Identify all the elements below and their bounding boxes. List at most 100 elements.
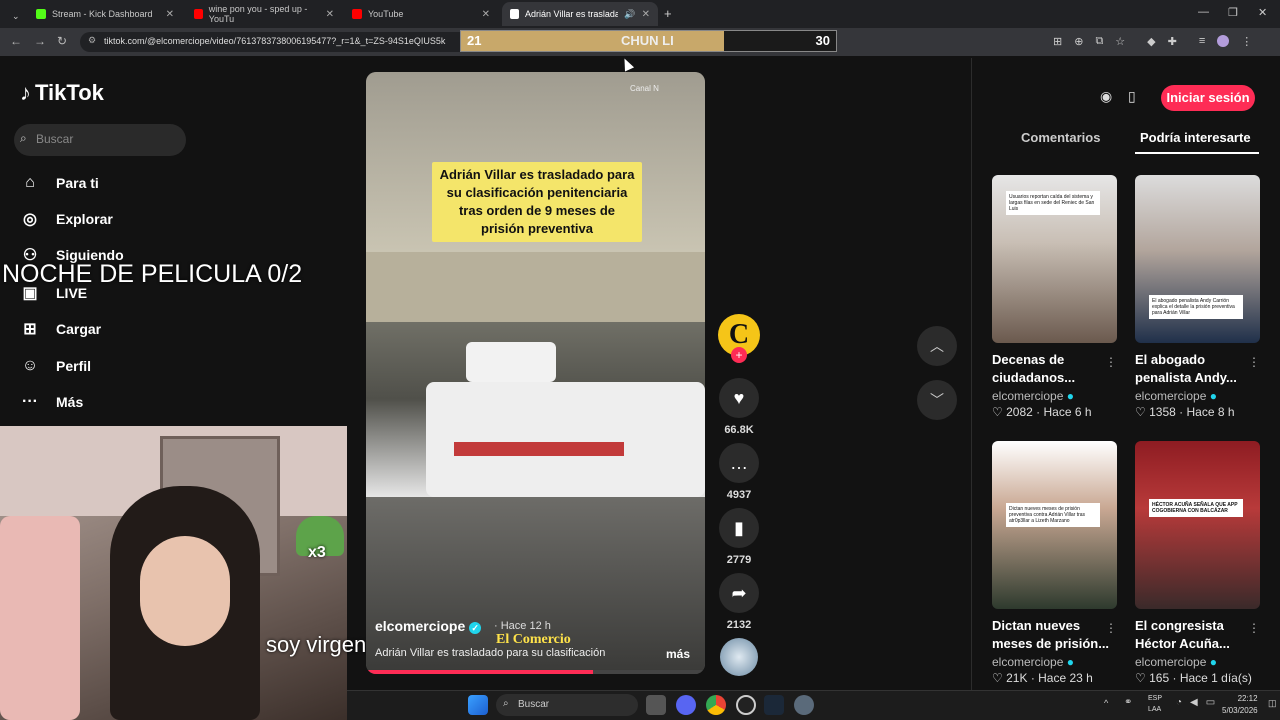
language-indicator[interactable]: ESP LAA [1148,693,1162,715]
progress-bar[interactable] [366,670,705,674]
card-thumbnail[interactable]: Usuarios reportan caída del sistema y la… [992,175,1117,343]
battery-icon[interactable]: ▭ [1206,697,1215,708]
heart-outline-icon: ♡ [1135,671,1146,685]
tab-tiktok[interactable]: Adrián Villar es trasladado 🔊 ✕ [502,2,658,26]
sidebar-item-cargar[interactable]: ⊞ Cargar [20,314,101,344]
new-tab-button[interactable]: + [664,6,672,21]
tray-chevron-icon[interactable]: ^ [1104,698,1108,708]
music-disc-icon[interactable] [720,638,758,676]
card-menu-icon[interactable]: ⋮ [1248,355,1260,369]
emote-count: x3 [308,544,326,561]
minimize-icon[interactable]: — [1198,6,1209,18]
comment-button[interactable]: … 4937 [718,443,760,501]
cast-icon[interactable]: ⧉ [1095,35,1103,48]
chevron-down-icon[interactable]: ﹀ [917,380,957,420]
close-icon[interactable]: ✕ [326,9,334,20]
follow-plus-icon[interactable]: + [731,347,747,363]
recommended-card[interactable]: Usuarios reportan caída del sistema y la… [992,175,1117,419]
tab-podria-interesarte[interactable]: Podría interesarte [1140,130,1251,145]
steam-icon[interactable] [764,695,784,715]
card-title[interactable]: Decenas de ciudadanos... [992,351,1117,387]
card-title-line: El congresista [1135,618,1224,633]
card-title[interactable]: El congresista Héctor Acuña... [1135,617,1260,653]
card-title[interactable]: Dictan nueves meses de prisión... [992,617,1117,653]
like-button[interactable]: ♥ 66.8K [718,378,760,436]
zoom-icon[interactable]: ⊕ [1074,35,1083,48]
tab-youtube-song[interactable]: wine pon you - sped up - YouTu ✕ [186,2,342,26]
card-stats: ♡ 1358 · Hace 8 h [1135,405,1260,419]
discord-icon[interactable] [676,695,696,715]
chevron-up-icon[interactable]: ︿ [917,326,957,366]
profile-avatar[interactable] [1217,35,1230,47]
notification-icon[interactable]: ◫ [1268,698,1277,709]
tiktok-logo[interactable]: ♪ TikTok [20,80,104,106]
device-icon[interactable]: ▯ [1128,88,1136,105]
speaker-icon[interactable]: 🔊 [624,9,635,20]
volume-icon[interactable]: ◀ [1190,697,1198,708]
recommended-card[interactable]: Dictan nueves meses de prisión preventiv… [992,441,1117,685]
heart-icon: ♥ [719,378,759,418]
card-author[interactable]: elcomerciope ● [992,389,1117,403]
tab-kick[interactable]: Stream - Kick Dashboard ✕ [28,2,182,26]
login-button[interactable]: Iniciar sesión [1161,85,1255,111]
settings-icon[interactable] [794,695,814,715]
video-author[interactable]: elcomerciope ✓ [375,618,482,634]
card-menu-icon[interactable]: ⋮ [1248,621,1260,635]
obs-icon[interactable] [736,695,756,715]
forward-icon[interactable]: → [34,34,46,48]
tab-comentarios[interactable]: Comentarios [1021,130,1100,145]
back-icon[interactable]: ← [10,34,22,48]
youtube-icon [194,9,203,19]
url-field[interactable]: ⚙ tiktok.com/@elcomerciope/video/7613783… [80,32,460,52]
clock[interactable]: 22:12 5/03/2026 [1222,693,1258,717]
comment-icon: … [719,443,759,483]
tiktok-icon [510,9,519,19]
card-thumbnail[interactable]: Dictan nueves meses de prisión preventiv… [992,441,1117,609]
coins-icon[interactable]: ◉ [1100,88,1112,105]
sidebar-item-perfil[interactable]: ☺ Perfil [20,351,91,381]
reload-icon[interactable]: ↻ [57,34,67,48]
police-car [426,382,705,497]
translate-icon[interactable]: ⊞ [1053,35,1062,48]
card-author[interactable]: elcomerciope ● [992,655,1117,669]
close-icon[interactable]: ✕ [642,9,650,20]
card-title[interactable]: El abogado penalista Andy... [1135,351,1260,387]
save-button[interactable]: ▮ 2779 [718,508,760,566]
card-author[interactable]: elcomerciope ● [1135,655,1260,669]
sidebar-item-para-ti[interactable]: ⌂ Para ti [20,168,99,198]
star-icon[interactable]: ☆ [1115,35,1125,48]
card-author[interactable]: elcomerciope ● [1135,389,1260,403]
windows-start-icon[interactable] [468,695,488,715]
task-view-icon[interactable] [646,695,666,715]
card-menu-icon[interactable]: ⋮ [1105,355,1117,369]
chair [0,516,80,720]
site-info-icon[interactable]: ⚙ [88,35,96,46]
share-button[interactable]: ➦ 2132 [718,573,760,631]
puzzle-icon[interactable]: ✚ [1168,35,1177,48]
card-thumbnail[interactable]: El abogado penalista Andy Carrión explic… [1135,175,1260,343]
chrome-icon[interactable] [706,695,726,715]
recommended-card[interactable]: HÉCTOR ACUÑA SEÑALA QUE APP COGOBIERNA C… [1135,441,1260,685]
more-button[interactable]: más [666,647,690,661]
sidebar-item-mas[interactable]: ··· Más [20,387,83,417]
tray-network-icon[interactable]: ⚭ [1124,697,1132,708]
close-window-icon[interactable]: ✕ [1258,6,1267,19]
search-input[interactable]: ⌕ Buscar [14,124,186,156]
video-player[interactable]: Canal N Adrián Villar es trasladado para… [366,72,705,674]
card-thumbnail[interactable]: HÉCTOR ACUÑA SEÑALA QUE APP COGOBIERNA C… [1135,441,1260,609]
media-icon[interactable]: ≡ [1199,35,1205,48]
taskbar-search[interactable]: ⌕ Buscar [496,694,638,716]
menu-icon[interactable]: ⋮ [1241,35,1252,48]
wifi-icon[interactable]: ◔ [1176,697,1182,708]
close-icon[interactable]: ✕ [482,9,490,20]
extension-icon[interactable]: ◆ [1147,35,1155,48]
tab-search-icon[interactable]: ⌄ [4,4,22,28]
building [366,252,705,322]
close-icon[interactable]: ✕ [166,9,174,20]
toolbar-icons: ⊞ ⊕ ⧉ ☆ ◆ ✚ ≡ ⋮ [1053,35,1252,48]
maximize-icon[interactable]: ❐ [1228,6,1238,19]
recommended-card[interactable]: El abogado penalista Andy Carrión explic… [1135,175,1260,419]
tab-youtube[interactable]: YouTube ✕ [344,2,498,26]
sidebar-item-explorar[interactable]: ◎ Explorar [20,204,113,234]
card-menu-icon[interactable]: ⋮ [1105,621,1117,635]
